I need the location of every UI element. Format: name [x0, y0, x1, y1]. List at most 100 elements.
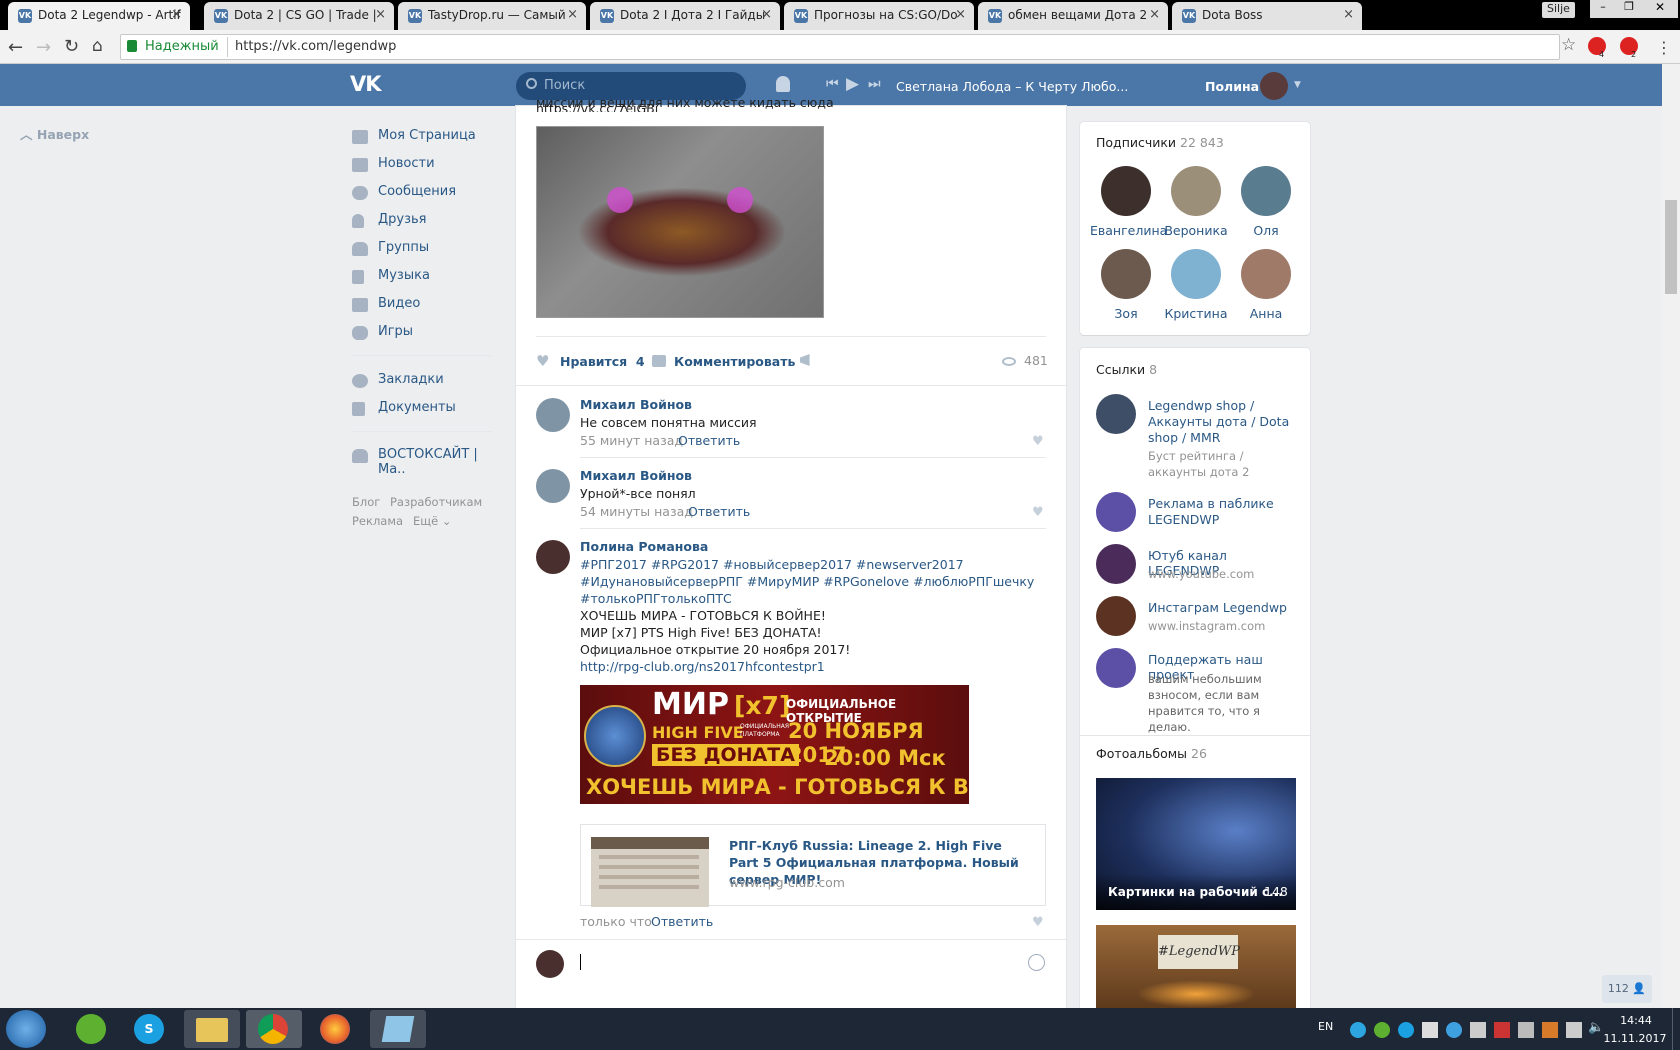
telegram-icon[interactable]	[1350, 1022, 1366, 1038]
avatar[interactable]	[1101, 166, 1151, 216]
hashtag-line[interactable]: #РПГ2017 #RPG2017 #новыйсервер2017 #news…	[580, 557, 964, 572]
clock-time[interactable]: 14:44	[1610, 1014, 1662, 1027]
tab[interactable]: VK Dota Boss ×	[1172, 2, 1362, 30]
user-name[interactable]: Полина	[1205, 79, 1259, 94]
address-bar[interactable]: Надежный https://vk.com/legendwp ☆	[120, 34, 1576, 60]
minimize-button[interactable]: –	[1590, 0, 1616, 18]
scrollbar-thumb[interactable]	[1665, 200, 1677, 294]
link-avatar[interactable]	[1096, 596, 1136, 636]
profile-name[interactable]: Silje	[1542, 2, 1575, 18]
hashtag-line[interactable]: #ИдунановыйсерверРПГ #МируМИР #RPGonelov…	[580, 574, 1034, 589]
sidebar-item-bookmarks[interactable]: Закладки	[352, 372, 502, 398]
close-icon[interactable]: ×	[567, 7, 578, 22]
comment-input[interactable]	[578, 952, 1038, 976]
subscriber-name[interactable]: Кристина	[1160, 306, 1232, 321]
avatar[interactable]	[536, 398, 570, 432]
skype-tray-icon[interactable]	[1398, 1022, 1414, 1038]
reply-button[interactable]: Ответить	[688, 504, 750, 519]
bell-icon[interactable]	[776, 76, 790, 92]
emoji-icon[interactable]	[1028, 954, 1045, 971]
sidebar-item-messages[interactable]: Сообщения	[352, 184, 502, 210]
tab[interactable]: VK Dota 2 I Дота 2 I Гайды ×	[590, 2, 780, 30]
tray-icon[interactable]	[1518, 1022, 1534, 1038]
tab[interactable]: VK TastyDrop.ru — Самый ×	[398, 2, 586, 30]
link-title[interactable]: Реклама в паблике LEGENDWP	[1148, 496, 1298, 528]
subscriber-name[interactable]: Вероника	[1160, 223, 1232, 238]
close-icon[interactable]: ×	[1149, 7, 1160, 22]
reply-button[interactable]: Ответить	[651, 914, 713, 929]
heart-icon[interactable]: ♥	[1032, 915, 1044, 930]
forward-icon[interactable]: →	[36, 37, 51, 58]
comment-author[interactable]: Полина Романова	[580, 539, 708, 554]
now-playing-track[interactable]: Светлана Лобода – К Черту Любо...	[896, 79, 1128, 94]
tray-icon[interactable]	[1566, 1022, 1582, 1038]
comment-button[interactable]: Комментировать	[674, 354, 795, 369]
avatar[interactable]	[536, 469, 570, 503]
avatar[interactable]	[1260, 72, 1288, 100]
menu-icon[interactable]: ⋮	[1656, 38, 1672, 57]
sidebar-item-music[interactable]: Музыка	[352, 268, 502, 294]
subscriber-name[interactable]: Евангелина	[1090, 223, 1167, 238]
subscriber-name[interactable]: Оля	[1230, 223, 1302, 238]
reply-button[interactable]: Ответить	[678, 433, 740, 448]
start-button[interactable]	[6, 1010, 46, 1048]
search-input[interactable]: Поиск	[516, 72, 746, 100]
clock-date[interactable]: 11.11.2017	[1600, 1032, 1670, 1045]
language-indicator[interactable]: EN	[1318, 1020, 1333, 1033]
taskbar-app-explorer[interactable]	[184, 1010, 240, 1048]
links-title[interactable]: Ссылки 8	[1096, 362, 1157, 377]
star-icon[interactable]: ☆	[1561, 35, 1576, 55]
reload-icon[interactable]: ↻	[64, 36, 79, 57]
albums-title[interactable]: Фотоальбомы 26	[1096, 746, 1207, 761]
avatar[interactable]	[1241, 249, 1291, 299]
sidebar-item-group[interactable]: ВОСТОКСАЙТ | Ма..	[352, 447, 502, 477]
avatar[interactable]	[1171, 249, 1221, 299]
subscriber-name[interactable]: Анна	[1230, 306, 1302, 321]
comment-time[interactable]: 54 минуты назад	[580, 504, 693, 519]
close-icon[interactable]: ×	[955, 7, 966, 22]
link-preview-card[interactable]: РПГ-Клуб Russia: Lineage 2. High Five Pa…	[580, 824, 1046, 907]
home-icon[interactable]: ⌂	[92, 36, 103, 56]
next-track-icon[interactable]: ⏭	[868, 76, 881, 92]
album-cover[interactable]: Картинки на рабочий с... 148	[1096, 778, 1296, 910]
comment-link[interactable]: http://rpg-club.org/ns2017hfcontestpr1	[580, 659, 825, 674]
footer-link-ads[interactable]: Реклама	[352, 514, 403, 528]
promo-banner[interactable]: МИР [x7] ОФИЦИАЛЬНОЕ ОТКРЫТИЕ HIGH FIVE …	[580, 685, 969, 804]
sidebar-item-video[interactable]: Видео	[352, 296, 502, 322]
close-icon[interactable]: ×	[171, 7, 182, 22]
sidebar-item-documents[interactable]: Документы	[352, 400, 502, 426]
tray-icon[interactable]	[1494, 1022, 1510, 1038]
link-avatar[interactable]	[1096, 492, 1136, 532]
tab[interactable]: VK Прогнозы на CS:GO/Do ×	[784, 2, 974, 30]
utorrent-tray-icon[interactable]	[1374, 1022, 1390, 1038]
show-desktop-button[interactable]	[1672, 1008, 1680, 1050]
link-title[interactable]: Инстаграм Legendwp	[1148, 600, 1298, 615]
tab[interactable]: VK Dota 2 | CS GO | Trade | ×	[204, 2, 394, 30]
like-button[interactable]: Нравится 4	[560, 354, 645, 369]
avatar[interactable]	[536, 540, 570, 574]
subscribers-title[interactable]: Подписчики 22 843	[1096, 135, 1224, 150]
online-counter[interactable]: 112 👤	[1602, 975, 1652, 1003]
comment-author[interactable]: Михаил Войнов	[580, 468, 692, 483]
link-avatar[interactable]	[1096, 544, 1136, 584]
post-image[interactable]	[536, 126, 824, 318]
close-icon[interactable]: ×	[1343, 7, 1354, 22]
back-icon[interactable]: ←	[8, 37, 23, 58]
hashtag-line[interactable]: #толькоРПГтолькоПТС	[580, 591, 732, 606]
footer-link-blog[interactable]: Блог	[352, 495, 380, 509]
close-icon[interactable]: ×	[761, 7, 772, 22]
comment-time[interactable]: 55 минут назад	[580, 433, 683, 448]
heart-icon[interactable]: ♥	[1032, 505, 1044, 520]
prev-track-icon[interactable]: ⏮	[826, 76, 839, 92]
heart-icon[interactable]: ♥	[536, 354, 552, 369]
chevron-down-icon[interactable]: ▼	[1294, 80, 1301, 90]
link-title[interactable]: Legendwp shop / Аккаунты дота / Dota sho…	[1148, 398, 1298, 446]
heart-icon[interactable]: ♥	[1032, 434, 1044, 449]
restore-button[interactable]: ❐	[1616, 0, 1642, 18]
subscriber-name[interactable]: Зоя	[1090, 306, 1162, 321]
taskbar-app-skype[interactable]: S	[122, 1010, 178, 1048]
album-cover[interactable]: #LegendWP	[1096, 925, 1296, 1008]
footer-link-developers[interactable]: Разработчикам	[390, 495, 482, 509]
sidebar-item-my-page[interactable]: Моя Страница	[352, 128, 502, 154]
taskbar-app-notepad[interactable]	[370, 1010, 426, 1048]
